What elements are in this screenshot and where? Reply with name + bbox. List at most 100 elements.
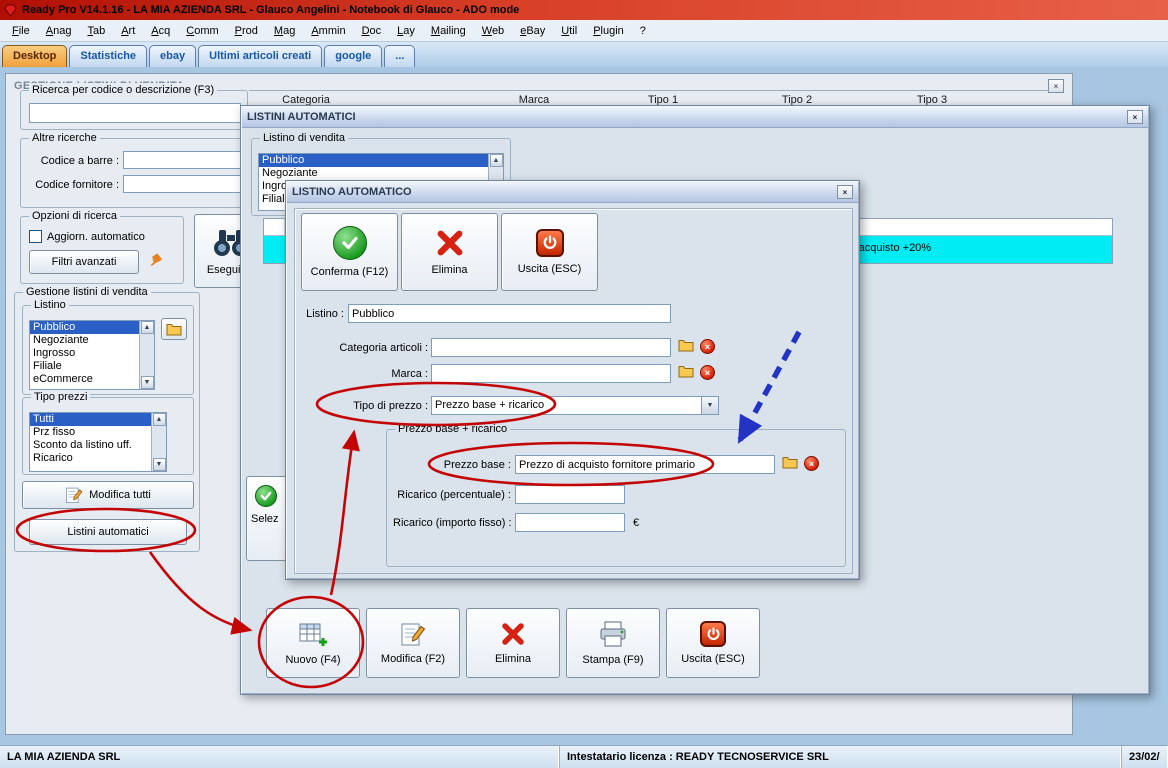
listino-listbox[interactable]: Pubblico Negoziante Ingrosso Filiale eCo… <box>29 320 155 390</box>
list-item[interactable]: Ingrosso <box>30 347 139 360</box>
menu-help[interactable]: ? <box>632 22 654 40</box>
list-item[interactable]: Pubblico <box>30 321 139 334</box>
filtri-avanzati-button[interactable]: Filtri avanzati <box>29 250 139 274</box>
menu-art[interactable]: Art <box>113 22 143 40</box>
marca-input[interactable] <box>431 364 671 383</box>
prezzo-base-folder-icon[interactable] <box>782 456 798 472</box>
categoria-clear-icon[interactable]: × <box>700 339 715 354</box>
elimina-button[interactable]: Elimina <box>401 213 498 291</box>
tab-ultimi-articoli[interactable]: Ultimi articoli creati <box>198 45 323 67</box>
search-input[interactable] <box>29 103 241 123</box>
menu-prod[interactable]: Prod <box>227 22 266 40</box>
opzioni-ricerca-group: Opzioni di ricerca Aggiorn. automatico F… <box>20 209 184 284</box>
menu-acq[interactable]: Acq <box>143 22 178 40</box>
modifica-tutti-button[interactable]: Modifica tutti <box>22 481 194 509</box>
marca-clear-icon[interactable]: × <box>700 365 715 380</box>
barcode-input[interactable] <box>123 151 243 169</box>
red-cross-icon <box>500 621 526 647</box>
dialog-close-icon[interactable]: × <box>1127 110 1143 124</box>
modifica-button[interactable]: Modifica (F2) <box>366 608 460 678</box>
conferma-button[interactable]: Conferma (F12) <box>301 213 398 291</box>
menu-mailing[interactable]: Mailing <box>423 22 474 40</box>
altre-ricerche-group: Altre ricerche Codice a barre : Codice f… <box>20 131 248 208</box>
menu-anag[interactable]: Anag <box>38 22 80 40</box>
marca-folder-icon[interactable] <box>678 365 694 381</box>
menu-mag[interactable]: Mag <box>266 22 303 40</box>
listini-automatici-button[interactable]: Listini automatici <box>29 519 187 545</box>
stampa-button[interactable]: Stampa (F9) <box>566 608 660 678</box>
power-icon <box>535 229 564 257</box>
menu-comm[interactable]: Comm <box>178 22 226 40</box>
menu-ebay[interactable]: eBay <box>512 22 553 40</box>
ricarico-importo-label: Ricarico (importo fisso) : <box>393 517 512 529</box>
gestione-listini-group: Gestione listini di vendita Listino Pubb… <box>14 285 200 552</box>
dialog-close-icon[interactable]: × <box>837 185 853 199</box>
prezzo-base-group-legend: Prezzo base + ricarico <box>395 422 511 436</box>
green-check-icon <box>332 226 367 260</box>
menu-lay[interactable]: Lay <box>389 22 423 40</box>
menubar: File Anag Tab Art Acq Comm Prod Mag Ammi… <box>0 20 1168 42</box>
list-item[interactable]: Sconto da listino uff. <box>30 439 151 452</box>
scroll-down-icon[interactable]: ▼ <box>152 458 166 471</box>
list-item[interactable]: Prz fisso <box>30 426 151 439</box>
scrollbar[interactable]: ▲ ▼ <box>139 321 154 389</box>
menu-tab[interactable]: Tab <box>79 22 113 40</box>
list-item[interactable]: Pubblico <box>259 154 488 167</box>
menu-util[interactable]: Util <box>553 22 585 40</box>
ricarico-percentuale-label: Ricarico (percentuale) : <box>397 489 511 501</box>
list-item[interactable]: Ricarico <box>30 452 151 465</box>
tab-ebay[interactable]: ebay <box>149 45 197 67</box>
prezzo-base-input[interactable] <box>515 455 775 474</box>
scrollbar[interactable]: ▲ ▼ <box>151 413 166 471</box>
scroll-up-icon[interactable]: ▲ <box>489 154 503 167</box>
pointing-hand-icon: ☛ <box>142 247 167 272</box>
tipo-prezzo-label: Tipo di prezzo : <box>353 400 428 412</box>
dialog-title: LISTINI AUTOMATICI <box>247 111 356 123</box>
nuovo-button[interactable]: Nuovo (F4) <box>266 608 360 678</box>
prezzo-base-clear-icon[interactable]: × <box>804 456 819 471</box>
ricarico-importo-input[interactable] <box>515 513 625 532</box>
menu-ammin[interactable]: Ammin <box>303 22 353 40</box>
categoria-folder-icon[interactable] <box>678 339 694 355</box>
list-item[interactable]: eCommerce <box>30 373 139 386</box>
supplier-code-input[interactable] <box>123 175 243 193</box>
menu-plugin[interactable]: Plugin <box>585 22 632 40</box>
prezzo-base-group: Prezzo base + ricarico Prezzo base : × R… <box>386 422 846 567</box>
uscita-button[interactable]: Uscita (ESC) <box>666 608 760 678</box>
elimina-button[interactable]: Elimina <box>466 608 560 678</box>
scroll-up-icon[interactable]: ▲ <box>152 413 166 426</box>
listino-folder-button[interactable] <box>161 318 187 340</box>
categoria-articoli-input[interactable] <box>431 338 671 357</box>
list-item[interactable]: Negoziante <box>259 167 488 180</box>
green-check-icon <box>255 485 277 507</box>
tab-google[interactable]: google <box>324 45 383 67</box>
menu-file[interactable]: File <box>4 22 38 40</box>
red-cross-icon <box>435 228 465 258</box>
menu-web[interactable]: Web <box>474 22 512 40</box>
chevron-down-icon[interactable]: ▼ <box>701 397 718 414</box>
supplier-code-label: Codice fornitore : <box>35 179 119 191</box>
tab-statistiche[interactable]: Statistiche <box>69 45 148 67</box>
window-title: Ready Pro V14.1.16 - LA MIA AZIENDA SRL … <box>22 4 520 16</box>
tipo-prezzo-value: Prezzo base + ricarico <box>435 399 545 411</box>
scroll-down-icon[interactable]: ▼ <box>140 376 154 389</box>
statusbar: LA MIA AZIENDA SRL Intestatario licenza … <box>0 745 1168 768</box>
tipo-prezzo-select[interactable]: Prezzo base + ricarico ▼ <box>431 396 719 415</box>
ricarico-percentuale-input[interactable] <box>515 485 625 504</box>
dialog-listino-automatico: LISTINO AUTOMATICO × Conferma (F12) Elim… <box>285 180 860 580</box>
main-window-close-icon[interactable]: × <box>1048 79 1064 93</box>
tipo-prezzi-listbox[interactable]: Tutti Prz fisso Sconto da listino uff. R… <box>29 412 167 472</box>
listino-input[interactable] <box>348 304 671 323</box>
menu-doc[interactable]: Doc <box>354 22 390 40</box>
uscita-button[interactable]: Uscita (ESC) <box>501 213 598 291</box>
tipo-prezzi-group: Tipo prezzi Tutti Prz fisso Sconto da li… <box>22 390 194 475</box>
list-item[interactable]: Tutti <box>30 413 151 426</box>
tipo-prezzi-legend: Tipo prezzi <box>31 390 91 404</box>
aggiorn-automatico-checkbox[interactable] <box>29 230 42 243</box>
titlebar: Ready Pro V14.1.16 - LA MIA AZIENDA SRL … <box>0 0 1168 20</box>
list-item[interactable]: Filiale <box>30 360 139 373</box>
tab-more[interactable]: ... <box>384 45 416 67</box>
scroll-up-icon[interactable]: ▲ <box>140 321 154 334</box>
list-item[interactable]: Negoziante <box>30 334 139 347</box>
tab-desktop[interactable]: Desktop <box>2 45 68 67</box>
